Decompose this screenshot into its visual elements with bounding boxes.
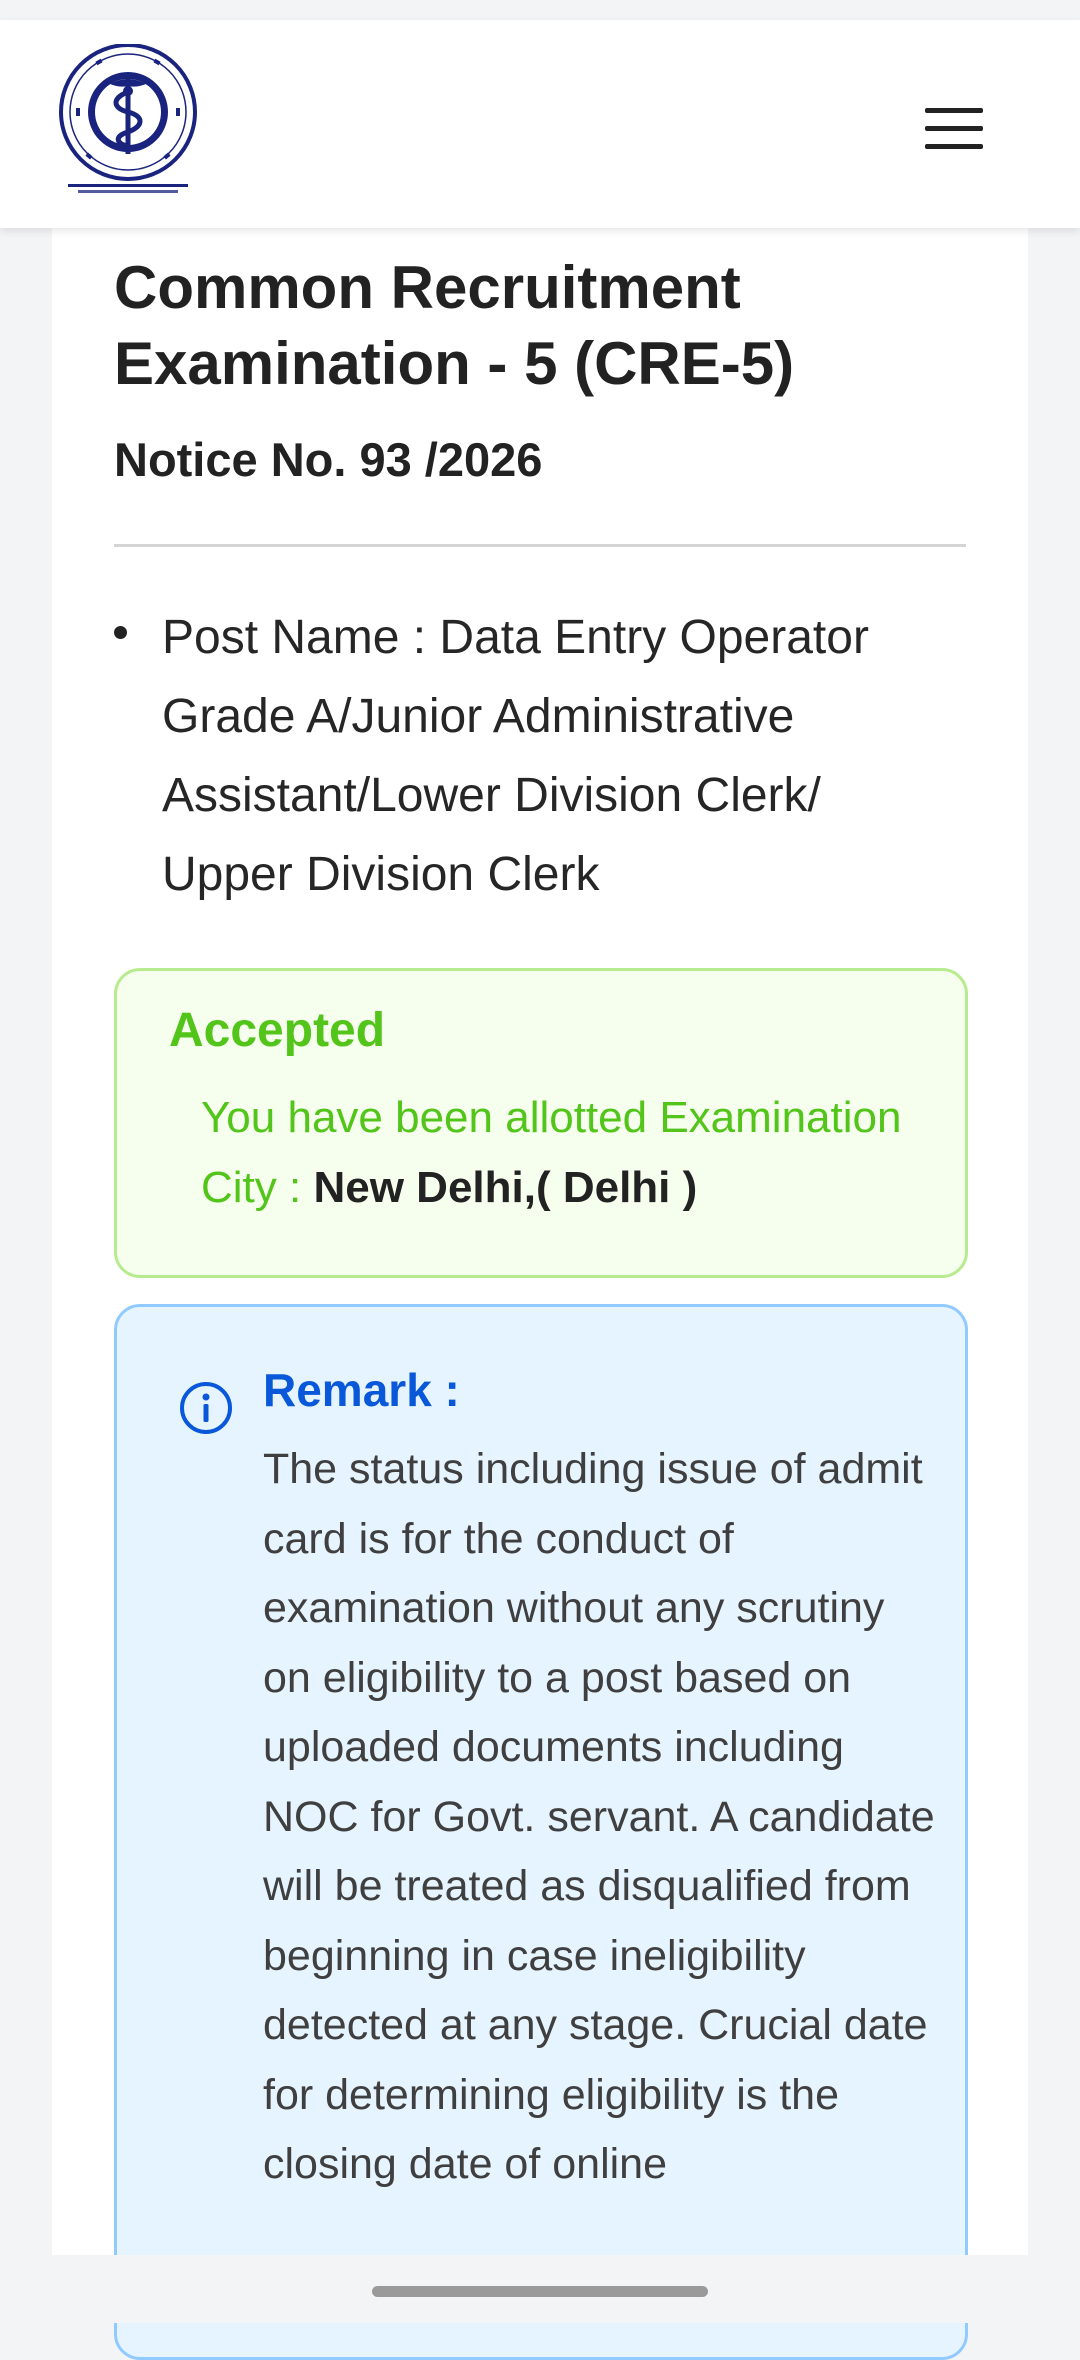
status-message: You have been allotted Examination City … [201, 1083, 941, 1223]
divider [114, 544, 966, 547]
notice-number: Notice No. 93 /2026 [114, 433, 543, 486]
home-indicator[interactable] [372, 2286, 708, 2297]
hamburger-menu-icon [925, 108, 983, 149]
aiims-logo[interactable] [56, 43, 206, 200]
status-alert: Accepted You have been allotted Examinat… [114, 968, 968, 1278]
navigation-bar [0, 2255, 1080, 2323]
status-bar [0, 0, 1080, 20]
remark-text: The status including issue of admit card… [263, 1445, 935, 2188]
remark-alert: Remark : The status including issue of a… [114, 1304, 968, 2360]
bullet-icon [114, 626, 127, 639]
exam-city: New Delhi,( Delhi ) [313, 1163, 698, 1212]
post-name: Post Name : Data Entry Operator Grade A/… [162, 611, 869, 901]
page-title: Common Recruitment Examination - 5 (CRE-… [114, 254, 795, 397]
aiims-emblem-icon [59, 43, 197, 193]
info-circle-icon [180, 1382, 232, 1434]
exam-card: Common Recruitment Examination - 5 (CRE-… [52, 228, 1028, 2360]
menu-button[interactable] [914, 96, 994, 162]
status-title: Accepted [169, 1004, 386, 1057]
remark-title: Remark : [263, 1364, 460, 1416]
site-header [0, 20, 1080, 228]
